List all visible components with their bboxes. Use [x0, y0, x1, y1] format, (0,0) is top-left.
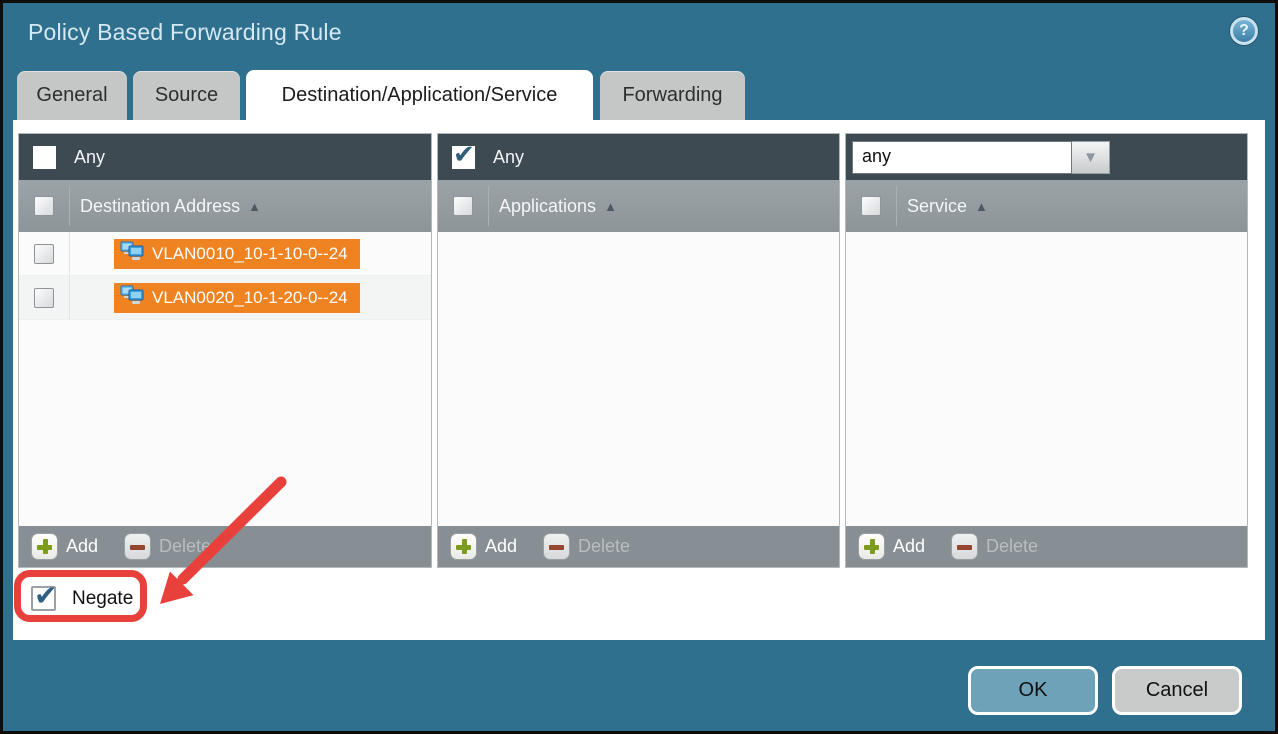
minus-icon — [543, 533, 570, 560]
applications-select-all-checkbox[interactable] — [453, 196, 473, 216]
network-address-icon — [120, 285, 144, 311]
destination-footer: Add Delete — [19, 526, 431, 567]
applications-column-header: Applications ▲ — [438, 180, 839, 232]
checkmark-icon: ✔ — [34, 579, 57, 612]
address-object-chip[interactable]: VLAN0020_10-1-20-0--24 — [114, 283, 360, 313]
applications-footer: Add Delete — [438, 526, 839, 567]
applications-panel: ✔ Any Applications ▲ Add Delete — [437, 133, 840, 568]
minus-icon — [124, 533, 151, 560]
destination-address-panel: Any Destination Address ▲ — [18, 133, 432, 568]
sort-asc-icon[interactable]: ▲ — [604, 199, 617, 214]
destination-column-header: Destination Address ▲ — [19, 180, 431, 232]
delete-button-label: Delete — [986, 536, 1038, 557]
delete-button[interactable]: Delete — [951, 533, 1038, 560]
destination-list: VLAN0010_10-1-10-0--24 — [19, 232, 431, 526]
sort-asc-icon[interactable]: ▲ — [248, 199, 261, 214]
service-header-bar: any ▼ — [846, 134, 1247, 180]
sort-asc-icon[interactable]: ▲ — [975, 199, 988, 214]
negate-label: Negate — [72, 588, 133, 610]
address-object-chip[interactable]: VLAN0010_10-1-10-0--24 — [114, 239, 360, 269]
delete-button[interactable]: Delete — [124, 533, 211, 560]
dialog-title: Policy Based Forwarding Rule — [28, 19, 342, 46]
add-button[interactable]: Add — [858, 533, 925, 560]
address-object-label: VLAN0010_10-1-10-0--24 — [152, 244, 348, 264]
destination-column-label[interactable]: Destination Address — [80, 196, 240, 217]
applications-any-bar: ✔ Any — [438, 134, 839, 180]
cancel-button[interactable]: Cancel — [1112, 666, 1242, 715]
destination-select-all-checkbox[interactable] — [34, 196, 54, 216]
help-icon[interactable]: ? — [1230, 17, 1258, 45]
ok-button[interactable]: OK — [968, 666, 1098, 715]
policy-forwarding-dialog: Policy Based Forwarding Rule ? General S… — [0, 0, 1278, 734]
chevron-down-icon: ▼ — [1083, 149, 1098, 166]
network-address-icon — [120, 241, 144, 267]
applications-column-label[interactable]: Applications — [499, 196, 596, 217]
delete-button-label: Delete — [159, 536, 211, 557]
row-checkbox[interactable] — [34, 244, 54, 264]
destination-any-bar: Any — [19, 134, 431, 180]
tab-content-area: Any Destination Address ▲ — [13, 120, 1265, 640]
negate-checkbox[interactable]: ✔ — [31, 586, 56, 611]
applications-list — [438, 232, 839, 526]
add-button-label: Add — [66, 536, 98, 557]
service-dropdown-button[interactable]: ▼ — [1072, 141, 1110, 174]
plus-icon — [31, 533, 58, 560]
applications-any-checkbox[interactable]: ✔ — [452, 146, 475, 169]
applications-any-label: Any — [493, 147, 524, 168]
service-select-all-checkbox[interactable] — [861, 196, 881, 216]
row-checkbox[interactable] — [34, 288, 54, 308]
destination-any-label: Any — [74, 147, 105, 168]
add-button[interactable]: Add — [31, 533, 98, 560]
plus-icon — [450, 533, 477, 560]
service-column-label[interactable]: Service — [907, 196, 967, 217]
address-object-label: VLAN0020_10-1-20-0--24 — [152, 288, 348, 308]
negate-row: ✔ Negate — [31, 586, 133, 611]
destination-any-checkbox[interactable] — [33, 146, 56, 169]
table-row: VLAN0020_10-1-20-0--24 — [19, 276, 431, 320]
plus-icon — [858, 533, 885, 560]
tab-general[interactable]: General — [17, 71, 127, 120]
delete-button[interactable]: Delete — [543, 533, 630, 560]
minus-icon — [951, 533, 978, 560]
service-column-header: Service ▲ — [846, 180, 1247, 232]
add-button[interactable]: Add — [450, 533, 517, 560]
tab-forwarding[interactable]: Forwarding — [600, 71, 745, 120]
delete-button-label: Delete — [578, 536, 630, 557]
service-panel: any ▼ Service ▲ Add Delete — [845, 133, 1248, 568]
add-button-label: Add — [485, 536, 517, 557]
service-list — [846, 232, 1247, 526]
tab-source[interactable]: Source — [133, 71, 240, 120]
tab-destination-application-service[interactable]: Destination/Application/Service — [246, 70, 593, 120]
table-row: VLAN0010_10-1-10-0--24 — [19, 232, 431, 276]
service-dropdown[interactable]: any ▼ — [852, 141, 1110, 174]
add-button-label: Add — [893, 536, 925, 557]
service-dropdown-value[interactable]: any — [852, 141, 1072, 174]
checkmark-icon: ✔ — [453, 139, 475, 170]
service-footer: Add Delete — [846, 526, 1247, 567]
